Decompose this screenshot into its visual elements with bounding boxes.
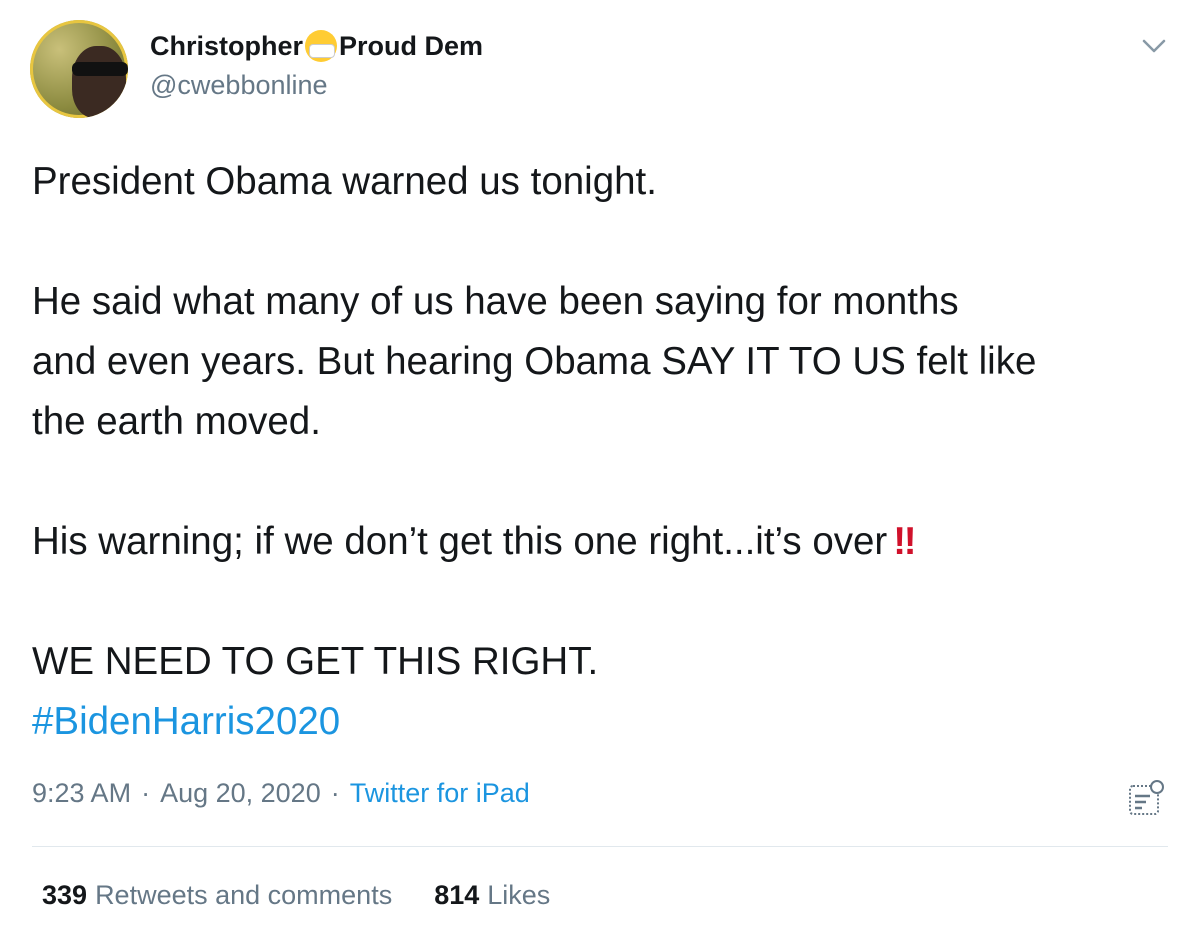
avatar-sunglasses [72,62,128,76]
tweet-line: He said what many of us have been saying… [32,280,959,323]
avatar-face [72,46,126,118]
medical-mask-emoji-icon [305,30,338,62]
author-name[interactable]: Christopher Proud Dem [150,30,483,62]
author-name-suffix: Proud Dem [339,30,484,61]
tweet-line: His warning; if we don’t get this one ri… [32,520,888,563]
tweet-meta: 9:23 AM · Aug 20, 2020 · Twitter for iPa… [32,778,530,809]
tweet-line-warning: His warning; if we don’t get this one ri… [32,512,1182,572]
tweet-source-link[interactable]: Twitter for iPad [350,778,530,809]
tweet-time[interactable]: 9:23 AM [32,778,131,809]
chevron-down-icon[interactable] [1140,36,1168,56]
tweet-line: WE NEED TO GET THIS RIGHT. [32,640,599,683]
author-first-name: Christopher [150,30,304,61]
analytics-icon[interactable] [1126,778,1166,818]
tweet-date[interactable]: Aug 20, 2020 [160,778,321,809]
tweet-stats: 339 Retweets and comments 814 Likes [42,880,592,911]
tweet-line: and even years. But hearing Obama SAY IT… [32,340,1037,383]
retweets-stat[interactable]: 339 Retweets and comments [42,880,392,911]
divider [32,846,1168,847]
author-handle[interactable]: @cwebbonline [150,70,328,101]
retweets-count: 339 [42,880,88,910]
likes-count: 814 [434,880,480,910]
double-exclamation-icon: ‼ [893,520,916,563]
retweets-label: Retweets and comments [95,880,393,910]
likes-label: Likes [487,880,551,910]
tweet-line: the earth moved. [32,400,321,443]
hashtag-link[interactable]: #BidenHarris2020 [32,700,340,743]
avatar[interactable] [30,20,128,118]
likes-stat[interactable]: 814 Likes [434,880,550,911]
tweet-card: Christopher Proud Dem @cwebbonline Presi… [0,0,1200,928]
meta-separator: · [330,778,340,808]
tweet-text: President Obama warned us tonight. He sa… [32,152,1182,752]
meta-separator: · [141,778,151,808]
tweet-line: President Obama warned us tonight. [32,160,657,203]
